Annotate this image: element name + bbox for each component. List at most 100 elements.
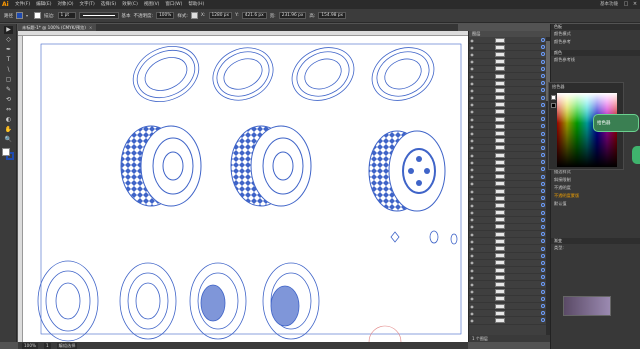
visibility-icon[interactable]: ◉ — [469, 311, 475, 316]
opacity-label[interactable]: 不透明度: — [134, 13, 154, 19]
pen-tool-icon[interactable]: ✒ — [4, 46, 13, 54]
target-icon[interactable] — [541, 138, 545, 143]
target-icon[interactable] — [541, 304, 545, 309]
layer-row[interactable]: ◉ — [469, 210, 550, 217]
layer-row[interactable]: ◉ — [469, 181, 550, 188]
target-icon[interactable] — [541, 81, 545, 86]
layer-row[interactable]: ◉ — [469, 152, 550, 160]
layer-row[interactable]: ◉ — [469, 303, 550, 311]
visibility-icon[interactable]: ◉ — [469, 88, 475, 93]
layer-row[interactable]: ◉ — [469, 73, 550, 81]
visibility-icon[interactable]: ◉ — [469, 196, 475, 201]
target-icon[interactable] — [541, 124, 545, 129]
artwork[interactable] — [23, 36, 468, 342]
pencil-tool-icon[interactable]: ✎ — [4, 86, 13, 94]
layer-row[interactable]: ◉ — [469, 174, 550, 181]
visibility-icon[interactable]: ◉ — [469, 203, 475, 208]
target-icon[interactable] — [541, 66, 545, 71]
graphic-style-swatch[interactable] — [190, 12, 198, 19]
line-tool-icon[interactable]: \ — [4, 66, 13, 74]
target-icon[interactable] — [541, 117, 545, 122]
visibility-icon[interactable]: ◉ — [469, 174, 475, 179]
target-icon[interactable] — [541, 38, 545, 43]
target-icon[interactable] — [541, 224, 545, 229]
layer-row[interactable]: ◉ — [469, 217, 550, 224]
h-field[interactable]: 154.98 px — [318, 12, 347, 19]
layer-row[interactable]: ◉ — [469, 274, 550, 282]
layer-row[interactable]: ◉ — [469, 317, 550, 325]
layer-row[interactable]: ◉ — [469, 281, 550, 289]
width-tool-icon[interactable]: ⇔ — [4, 106, 13, 114]
fill-color-icon[interactable] — [2, 148, 10, 156]
target-icon[interactable] — [541, 145, 545, 150]
layer-row[interactable]: ◉ — [469, 296, 550, 303]
visibility-icon[interactable]: ◉ — [469, 124, 475, 129]
close-icon[interactable]: × — [632, 1, 638, 7]
layer-row[interactable]: ◉ — [469, 166, 550, 174]
visibility-icon[interactable]: ◉ — [469, 109, 475, 114]
variable-width-profile[interactable] — [78, 12, 119, 19]
visibility-icon[interactable]: ◉ — [469, 117, 475, 122]
visibility-icon[interactable]: ◉ — [469, 81, 475, 86]
stroke-weight-field[interactable]: 1 pt — [57, 12, 76, 19]
brush-style-label[interactable]: 基本 — [122, 13, 131, 19]
layer-row[interactable]: ◉ — [469, 159, 550, 167]
layer-row[interactable]: ◉ — [469, 51, 550, 59]
visibility-icon[interactable]: ◉ — [469, 210, 475, 215]
target-icon[interactable] — [541, 153, 545, 158]
layer-row[interactable]: ◉ — [469, 224, 550, 232]
zoom-tool-icon[interactable]: 🔍 — [4, 136, 13, 144]
x-field[interactable]: 1280 px — [208, 12, 233, 19]
menu-select[interactable]: 选择(S) — [98, 0, 119, 9]
visibility-icon[interactable]: ◉ — [469, 239, 475, 244]
layer-row[interactable]: ◉ — [469, 130, 550, 138]
visibility-icon[interactable]: ◉ — [469, 253, 475, 258]
visibility-icon[interactable]: ◉ — [469, 289, 475, 294]
opacity-mask-warning[interactable]: 不透明度蒙版 — [551, 192, 640, 200]
target-icon[interactable] — [541, 318, 545, 323]
layer-row[interactable]: ◉ — [469, 231, 550, 239]
target-icon[interactable] — [541, 95, 545, 100]
target-icon[interactable] — [541, 217, 545, 222]
white-swatch[interactable] — [551, 95, 556, 100]
target-icon[interactable] — [541, 289, 545, 294]
target-icon[interactable] — [541, 275, 545, 280]
visibility-icon[interactable]: ◉ — [469, 131, 475, 136]
gradient-preview[interactable] — [563, 296, 611, 316]
target-icon[interactable] — [541, 282, 545, 287]
artboard-navigator[interactable]: 1 — [43, 342, 51, 349]
y-field[interactable]: 421.6 px — [241, 12, 267, 19]
layer-row[interactable]: ◉ — [469, 195, 550, 203]
visibility-icon[interactable]: ◉ — [469, 138, 475, 143]
layer-row[interactable]: ◉ — [469, 145, 550, 152]
visibility-icon[interactable]: ◉ — [469, 268, 475, 273]
side-handle[interactable] — [632, 146, 640, 164]
target-icon[interactable] — [541, 189, 545, 194]
layer-row[interactable]: ◉ — [469, 37, 550, 45]
visibility-icon[interactable]: ◉ — [469, 59, 475, 64]
layer-row[interactable]: ◉ — [469, 260, 550, 267]
miter-limit-item[interactable]: 斜接限制 — [551, 176, 640, 184]
visibility-icon[interactable]: ◉ — [469, 38, 475, 43]
layer-row[interactable]: ◉ — [469, 80, 550, 88]
target-icon[interactable] — [541, 45, 545, 50]
visibility-icon[interactable]: ◉ — [469, 160, 475, 165]
layer-row[interactable]: ◉ — [469, 138, 550, 145]
visibility-icon[interactable]: ◉ — [469, 102, 475, 107]
layer-row[interactable]: ◉ — [469, 44, 550, 52]
rotate-tool-icon[interactable]: ⟲ — [4, 96, 13, 104]
visibility-icon[interactable]: ◉ — [469, 52, 475, 57]
target-icon[interactable] — [541, 88, 545, 93]
visibility-icon[interactable]: ◉ — [469, 318, 475, 323]
rectangle-tool-icon[interactable]: ▢ — [4, 76, 13, 84]
visibility-icon[interactable]: ◉ — [469, 232, 475, 237]
menu-object[interactable]: 对象(O) — [54, 0, 76, 9]
target-icon[interactable] — [541, 59, 545, 64]
layer-row[interactable]: ◉ — [469, 289, 550, 296]
target-icon[interactable] — [541, 239, 545, 244]
visibility-icon[interactable]: ◉ — [469, 145, 475, 150]
layer-row[interactable]: ◉ — [469, 59, 550, 66]
target-icon[interactable] — [541, 296, 545, 301]
layer-row[interactable]: ◉ — [469, 267, 550, 275]
color-guide-label[interactable]: 颜色参考 — [551, 38, 640, 46]
